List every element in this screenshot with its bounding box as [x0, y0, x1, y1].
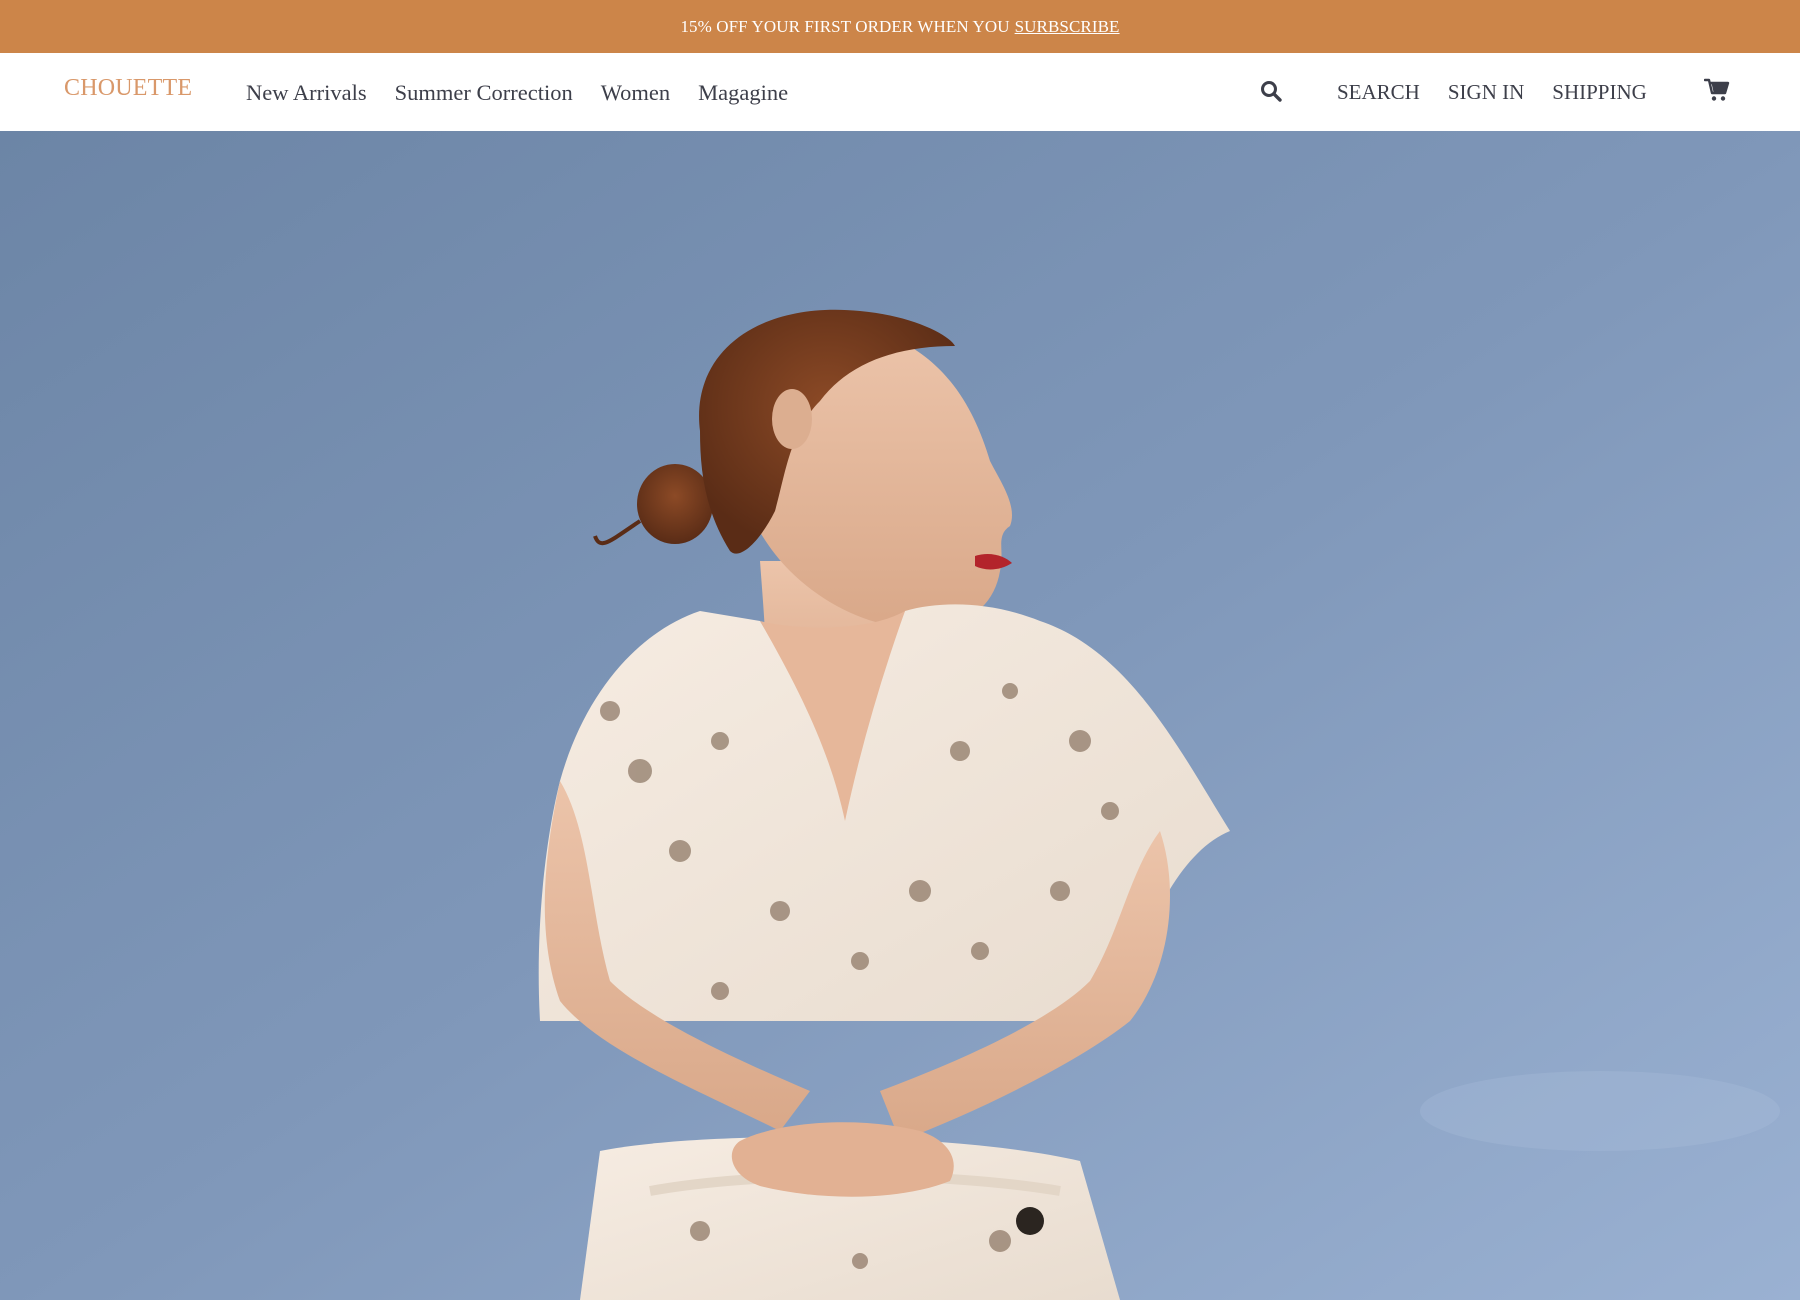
cart-icon[interactable] — [1703, 78, 1730, 102]
utility-nav: SEARCH SIGN IN SHIPPING — [1337, 53, 1675, 131]
shipping-link[interactable]: SHIPPING — [1552, 79, 1647, 105]
subscribe-link[interactable]: SURBSCRIBE — [1015, 17, 1120, 37]
nav-item-new-arrivals[interactable]: New Arrivals — [246, 78, 367, 106]
nav-item-women[interactable]: Women — [601, 78, 670, 106]
hero-image[interactable] — [0, 131, 1800, 1300]
sign-in-link[interactable]: SIGN IN — [1448, 79, 1524, 105]
nav-item-summer-correction[interactable]: Summer Correction — [395, 78, 573, 106]
promo-bar: 15% OFF YOUR FIRST ORDER WHEN YOU SURBSC… — [0, 0, 1800, 53]
logo[interactable]: CHOUETTE — [64, 75, 192, 102]
main-nav: New Arrivals Summer Correction Women Mag… — [246, 53, 816, 131]
hero-photo — [0, 131, 1800, 1300]
search-link[interactable]: SEARCH — [1337, 79, 1420, 105]
promo-text: 15% OFF YOUR FIRST ORDER WHEN YOU — [680, 16, 1010, 36]
search-icon[interactable] — [1259, 79, 1283, 103]
nav-item-magagine[interactable]: Magagine — [698, 78, 788, 106]
site-header: CHOUETTE New Arrivals Summer Correction … — [0, 53, 1800, 131]
